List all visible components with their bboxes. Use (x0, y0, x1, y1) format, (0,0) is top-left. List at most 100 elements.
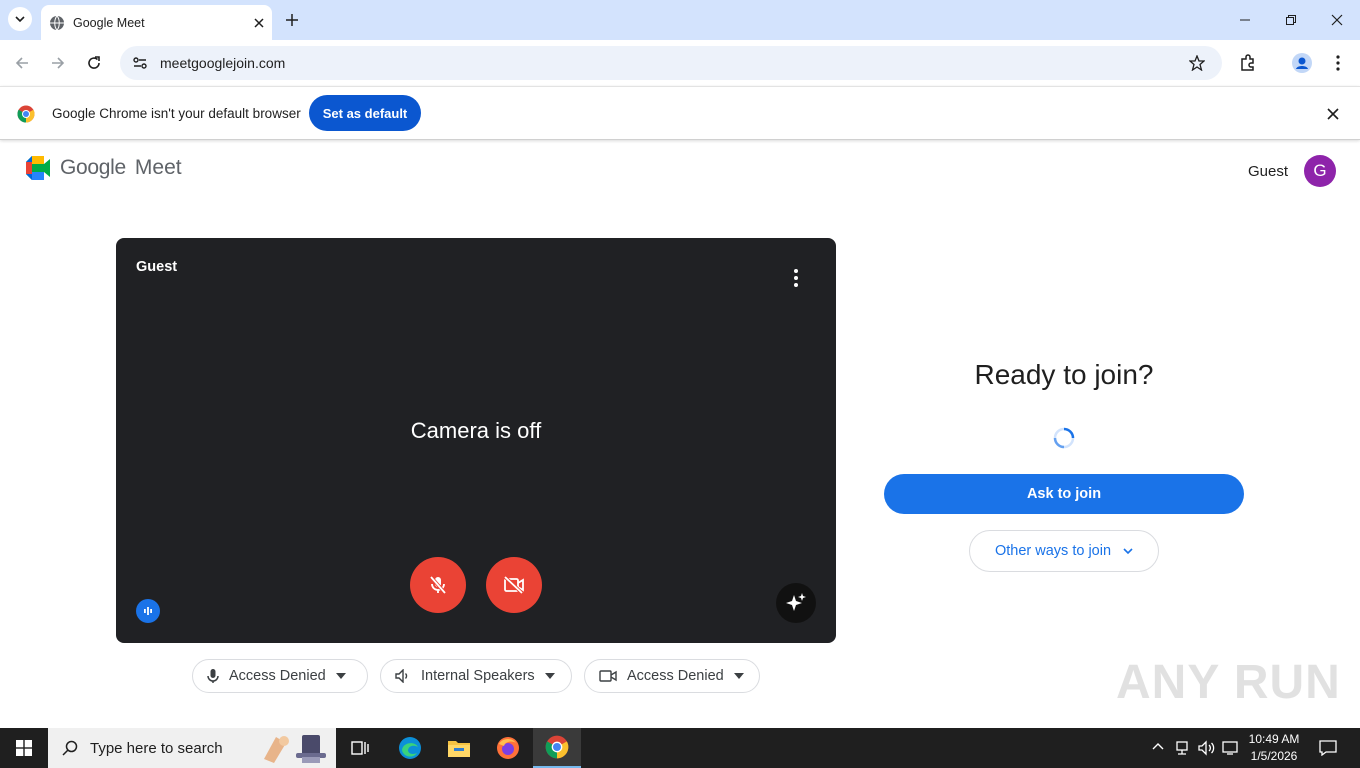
mic-icon (207, 669, 219, 683)
minimize-icon (1240, 19, 1250, 21)
audio-level-indicator (136, 599, 160, 623)
camera-toggle-button[interactable] (486, 557, 542, 613)
show-hidden-icons-icon[interactable] (1152, 742, 1164, 750)
anyrun-watermark: ANY RUN (1116, 656, 1341, 709)
chevron-down-icon (15, 16, 25, 23)
task-view-button[interactable] (336, 728, 384, 768)
clock-time: 10:49 AM (1248, 732, 1300, 746)
volume-icon[interactable] (1198, 740, 1216, 756)
mic-off-icon (429, 575, 447, 595)
firefox-taskbar-button[interactable] (484, 728, 532, 768)
ask-to-join-button[interactable]: Ask to join (884, 474, 1244, 514)
windows-taskbar: Type here to search 10:49 AM 1/5/2026 (0, 728, 1360, 768)
more-vert-icon (794, 269, 798, 287)
arrow-right-icon (52, 57, 65, 69)
google-meet-logo[interactable]: Google Meet (26, 156, 182, 180)
infobar-message: Google Chrome isn't your default browser (52, 106, 301, 121)
windows-logo-icon (16, 740, 32, 756)
video-preview: Guest Camera is off (116, 238, 836, 643)
chrome-taskbar-button[interactable] (533, 728, 581, 768)
arrow-left-icon (15, 57, 28, 69)
task-view-icon (351, 741, 369, 755)
reload-button[interactable] (82, 51, 106, 75)
preview-more-options-button[interactable] (786, 266, 806, 290)
close-window-button[interactable] (1314, 4, 1360, 36)
logo-meet-text: Meet (134, 156, 182, 179)
camera-select[interactable]: Access Denied (584, 659, 760, 693)
camera-off-message: Camera is off (410, 418, 542, 443)
start-button[interactable] (0, 728, 48, 768)
browser-toolbar: meetgooglejoin.com (0, 40, 1360, 86)
dropdown-arrow-icon (733, 673, 744, 679)
back-button[interactable] (10, 51, 34, 75)
forward-button[interactable] (46, 51, 70, 75)
firefox-icon (497, 737, 519, 759)
restore-button[interactable] (1268, 4, 1314, 36)
globe-icon (50, 15, 64, 30)
site-settings-icon[interactable] (132, 55, 148, 71)
url-text[interactable]: meetgooglejoin.com (160, 55, 285, 71)
tab-strip: Google Meet (0, 0, 1360, 40)
camera-icon (599, 670, 617, 682)
speaker-icon (395, 669, 408, 683)
new-tab-button[interactable] (280, 8, 304, 32)
folder-icon (448, 741, 470, 757)
sparkle-icon (786, 593, 806, 611)
chrome-menu-button[interactable] (1326, 51, 1350, 75)
search-placeholder: Type here to search (90, 739, 223, 757)
ready-to-join-heading: Ready to join? (974, 359, 1154, 390)
close-icon (1331, 14, 1343, 26)
extensions-button[interactable] (1236, 51, 1260, 75)
file-explorer-taskbar-button[interactable] (435, 728, 483, 768)
close-tab-icon[interactable] (254, 17, 264, 28)
plus-icon (286, 14, 298, 26)
profile-icon (1292, 53, 1312, 73)
tab-search-button[interactable] (8, 7, 32, 31)
dropdown-arrow-icon (544, 673, 555, 679)
microphone-select[interactable]: Access Denied (192, 659, 368, 693)
search-icon (62, 740, 78, 756)
speaker-label: Internal Speakers (421, 668, 535, 684)
mic-toggle-button[interactable] (410, 557, 466, 613)
chrome-logo-icon (17, 105, 35, 123)
taskbar-search-box[interactable]: Type here to search (48, 728, 336, 768)
account-name: Guest (1248, 163, 1289, 180)
chrome-icon (545, 735, 569, 759)
preview-participant-name: Guest (136, 259, 178, 275)
browser-tab-google-meet[interactable]: Google Meet (41, 5, 272, 40)
loading-spinner-icon (1053, 427, 1075, 449)
dropdown-arrow-icon (335, 673, 346, 679)
profile-button[interactable] (1290, 51, 1314, 75)
address-bar[interactable]: meetgooglejoin.com (120, 46, 1222, 80)
visual-effects-button[interactable] (776, 583, 816, 623)
reload-icon (88, 56, 100, 69)
set-as-default-button[interactable]: Set as default (309, 95, 421, 131)
videocam-off-icon (503, 575, 524, 595)
microphone-label: Access Denied (229, 668, 326, 684)
network-icon[interactable] (1175, 740, 1189, 756)
close-infobar-icon[interactable] (1327, 108, 1339, 120)
audio-bars-icon (144, 607, 152, 615)
default-browser-infobar: Google Chrome isn't your default browser… (0, 86, 1360, 140)
puzzle-icon (1241, 54, 1254, 71)
action-center-icon[interactable] (1319, 740, 1337, 756)
search-highlight-icon (264, 735, 326, 763)
taskbar-clock[interactable]: 10:49 AM 1/5/2026 (1238, 731, 1310, 765)
minimize-button[interactable] (1222, 4, 1268, 36)
other-ways-label: Other ways to join (994, 543, 1112, 559)
clock-date: 1/5/2026 (1250, 749, 1298, 763)
avatar[interactable]: G (1304, 155, 1336, 187)
more-vert-icon (1336, 55, 1340, 71)
camera-label: Access Denied (627, 668, 724, 684)
other-ways-to-join-button[interactable]: Other ways to join (969, 530, 1159, 572)
restore-icon (1286, 15, 1296, 25)
edge-icon (399, 737, 421, 759)
bookmark-star-icon[interactable] (1189, 55, 1205, 71)
meet-logo-icon (26, 156, 50, 180)
tab-title: Google Meet (73, 15, 145, 30)
speaker-select[interactable]: Internal Speakers (380, 659, 572, 693)
notification-display-icon[interactable] (1222, 740, 1238, 756)
chevron-down-icon (1123, 547, 1133, 554)
logo-google-text: Google (60, 156, 126, 179)
edge-taskbar-button[interactable] (386, 728, 434, 768)
